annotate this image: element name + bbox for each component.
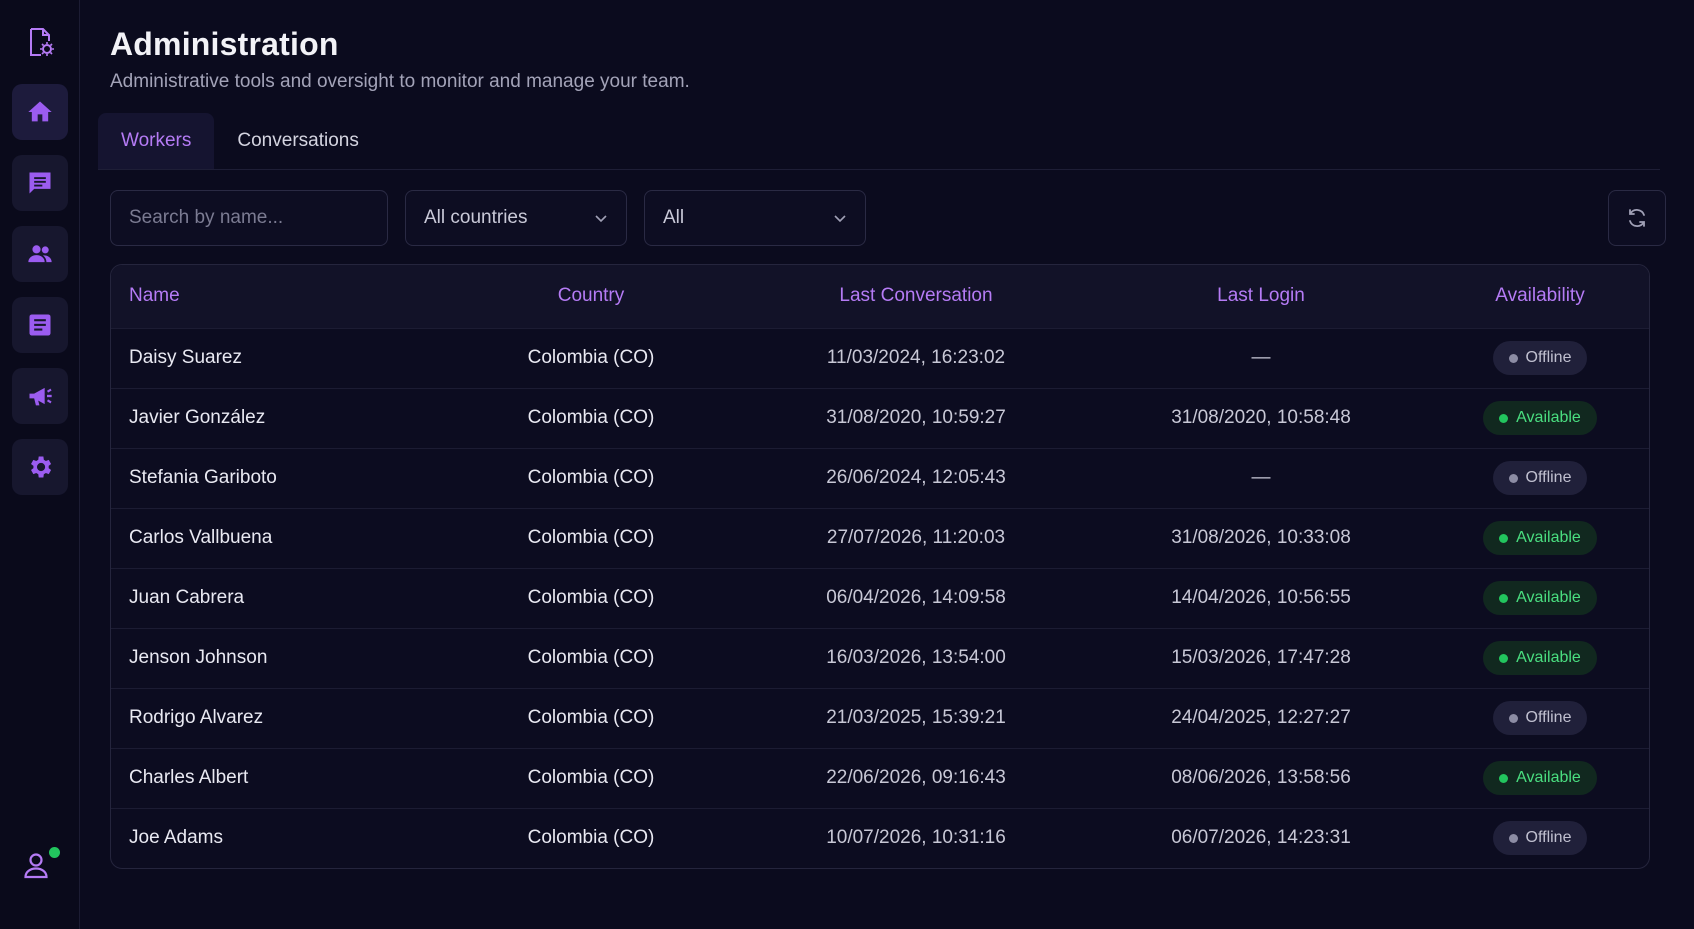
filter-toolbar: All countries All [110, 190, 1666, 246]
megaphone-icon [29, 387, 52, 406]
table-row[interactable]: Carlos Vallbuena Colombia (CO) 27/07/202… [111, 508, 1649, 568]
worker-last-conversation: 27/07/2026, 11:20:03 [826, 527, 1006, 548]
availability-select[interactable]: All [644, 190, 866, 246]
chevron-down-icon [595, 215, 607, 223]
worker-last-conversation: 10/07/2026, 10:31:16 [826, 827, 1006, 849]
worker-name: Carlos Vallbuena [129, 527, 273, 548]
country-select-value: All countries [424, 207, 528, 228]
tab-conversations[interactable]: Conversations [214, 113, 381, 169]
document-icon [29, 314, 50, 336]
worker-last-conversation: 11/03/2024, 16:23:02 [826, 347, 1006, 368]
worker-country: Colombia (CO) [527, 467, 655, 488]
sidebar-item-chat[interactable] [11, 155, 68, 211]
worker-last-conversation: 06/04/2026, 14:09:58 [826, 587, 1006, 608]
workers-table: Name Country Last Conversation Last Logi… [110, 264, 1650, 869]
search-input[interactable] [129, 207, 374, 229]
sidebar-item-home[interactable] [11, 84, 68, 140]
page-subtitle: Administrative tools and oversight to mo… [110, 71, 690, 92]
worker-last-login: 15/03/2026, 17:47:28 [1171, 647, 1351, 668]
worker-last-login: 31/08/2020, 10:58:48 [1171, 407, 1351, 428]
country-select[interactable]: All countries [405, 190, 627, 246]
status-badge: Available [1483, 401, 1597, 435]
worker-name: Javier González [129, 407, 266, 428]
table-row[interactable]: Daisy Suarez Colombia (CO) 11/03/2024, 1… [111, 328, 1649, 388]
page-title: Administration [110, 26, 339, 62]
worker-last-login: 31/08/2026, 10:33:08 [1171, 527, 1351, 548]
worker-last-login: — [1251, 467, 1271, 488]
table-header-row: Name Country Last Conversation Last Logi… [111, 265, 1649, 328]
worker-last-login: 06/07/2026, 14:23:31 [1171, 827, 1351, 849]
tab-bar: Workers Conversations [98, 113, 1660, 170]
users-icon [27, 245, 52, 263]
worker-last-login: 14/04/2026, 10:56:55 [1171, 587, 1351, 608]
column-header-last-conversation[interactable]: Last Conversation [741, 265, 1091, 328]
settings-document-icon[interactable] [20, 22, 60, 62]
app-root: Administration Administrative tools and … [0, 0, 1694, 929]
availability-select-value: All [663, 207, 685, 228]
home-icon [27, 101, 52, 122]
worker-last-login: — [1251, 347, 1271, 368]
worker-name: Jenson Johnson [129, 647, 268, 668]
refresh-button[interactable] [1608, 190, 1666, 246]
status-badge: Offline [1492, 701, 1588, 735]
main-content: Administration Administrative tools and … [80, 0, 1694, 929]
column-header-availability[interactable]: Availability [1431, 265, 1649, 328]
table-row[interactable]: Rodrigo Alvarez Colombia (CO) 21/03/2025… [111, 688, 1649, 748]
worker-name: Stefania Gariboto [129, 467, 277, 488]
column-header-name[interactable]: Name [111, 265, 441, 328]
worker-last-login: 08/06/2026, 13:58:56 [1171, 767, 1351, 788]
status-badge: Offline [1492, 821, 1588, 856]
worker-name: Charles Albert [129, 767, 249, 788]
status-badge: Offline [1492, 461, 1588, 495]
worker-name: Juan Cabrera [129, 587, 245, 608]
online-status-dot [49, 847, 60, 858]
status-badge: Available [1483, 761, 1597, 795]
chat-icon [29, 172, 50, 194]
sidebar-item-users[interactable] [11, 226, 68, 282]
worker-country: Colombia (CO) [527, 407, 655, 428]
worker-last-conversation: 22/06/2026, 09:16:43 [826, 767, 1006, 788]
worker-name: Rodrigo Alvarez [129, 707, 264, 728]
sidebar [0, 0, 80, 929]
worker-last-conversation: 26/06/2024, 12:05:43 [826, 467, 1006, 488]
tab-workers[interactable]: Workers [98, 113, 215, 169]
worker-last-conversation: 21/03/2025, 15:39:21 [826, 707, 1006, 728]
worker-name: Joe Adams [129, 827, 223, 849]
worker-name: Daisy Suarez [129, 347, 242, 368]
table-row[interactable]: Charles Albert Colombia (CO) 22/06/2026,… [111, 748, 1649, 808]
status-badge: Available [1483, 581, 1597, 615]
sidebar-item-documents[interactable] [11, 297, 68, 353]
status-badge: Offline [1492, 341, 1588, 375]
gear-icon [30, 456, 51, 478]
table-row[interactable]: Juan Cabrera Colombia (CO) 06/04/2026, 1… [111, 568, 1649, 628]
column-header-country[interactable]: Country [441, 265, 741, 328]
worker-country: Colombia (CO) [527, 347, 655, 368]
worker-last-conversation: 16/03/2026, 13:54:00 [826, 647, 1006, 668]
worker-country: Colombia (CO) [527, 707, 655, 728]
chevron-down-icon [834, 215, 846, 223]
table-row[interactable]: Joe Adams Colombia (CO) 10/07/2026, 10:3… [111, 808, 1649, 868]
worker-country: Colombia (CO) [527, 587, 655, 608]
table-row[interactable]: Javier González Colombia (CO) 31/08/2020… [111, 388, 1649, 448]
sidebar-item-settings[interactable] [11, 439, 68, 495]
worker-country: Colombia (CO) [527, 767, 655, 788]
table-row[interactable]: Jenson Johnson Colombia (CO) 16/03/2026,… [111, 628, 1649, 688]
status-badge: Available [1483, 521, 1597, 555]
refresh-icon [1629, 209, 1645, 227]
column-header-last-login[interactable]: Last Login [1091, 265, 1431, 328]
worker-country: Colombia (CO) [527, 527, 655, 548]
sidebar-item-campaigns[interactable] [11, 368, 68, 424]
worker-country: Colombia (CO) [527, 647, 655, 668]
status-badge: Available [1483, 641, 1597, 675]
worker-last-login: 24/04/2025, 12:27:27 [1171, 707, 1351, 728]
search-box [110, 190, 388, 246]
user-profile-button[interactable] [22, 847, 60, 885]
worker-last-conversation: 31/08/2020, 10:59:27 [826, 407, 1006, 428]
worker-country: Colombia (CO) [527, 827, 655, 849]
table-row[interactable]: Stefania Gariboto Colombia (CO) 26/06/20… [111, 448, 1649, 508]
